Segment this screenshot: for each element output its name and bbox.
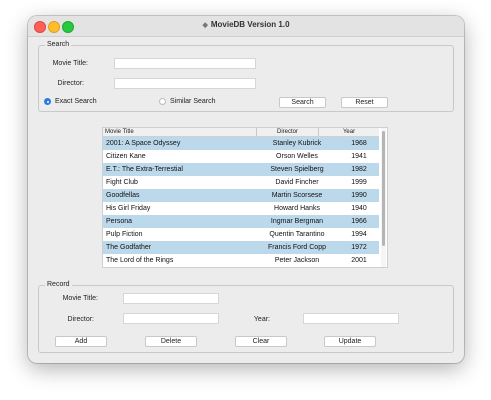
exact-search-radio[interactable]: Exact Search xyxy=(44,98,97,105)
clear-button[interactable]: Clear xyxy=(235,336,287,347)
column-header-director[interactable]: Director xyxy=(256,128,318,136)
table-row[interactable]: Persona Ingmar Bergman 1966 xyxy=(103,215,379,228)
cell-movie-title: Goodfellas xyxy=(106,192,140,199)
table-header: Movie Title Director Year xyxy=(103,128,379,137)
cell-director: Stanley Kubrick xyxy=(272,140,322,147)
search-movie-title-label: Movie Title: xyxy=(52,60,88,67)
cell-movie-title: Fight Club xyxy=(106,179,138,186)
similar-search-radio[interactable]: Similar Search xyxy=(159,98,216,105)
cell-year: 1941 xyxy=(351,153,367,160)
record-year-label: Year: xyxy=(253,316,270,323)
cell-movie-title: His Girl Friday xyxy=(106,205,151,212)
column-header-year[interactable]: Year xyxy=(318,128,379,136)
exact-search-label: Exact Search xyxy=(55,98,97,105)
cell-director: Francis Ford Copp xyxy=(268,244,326,251)
movies-table[interactable]: Movie Title Director Year 2001: A Space … xyxy=(102,127,388,268)
cell-year: 1966 xyxy=(351,218,367,225)
cell-director: Martin Scorsese xyxy=(271,192,323,199)
similar-search-radio-indicator xyxy=(159,98,166,105)
cell-movie-title: Citizen Kane xyxy=(106,153,146,160)
search-movie-title-input[interactable] xyxy=(114,58,256,69)
cell-year: 1940 xyxy=(351,205,367,212)
cell-year: 1982 xyxy=(351,166,367,173)
cell-movie-title: The Godfather xyxy=(106,244,152,251)
table-row[interactable]: His Girl Friday Howard Hanks 1940 xyxy=(103,202,379,215)
table-row[interactable]: Goodfellas Martin Scorsese 1990 xyxy=(103,189,379,202)
cell-movie-title: The Lord of the Rings xyxy=(106,257,174,264)
cell-year: 1968 xyxy=(351,140,367,147)
search-legend: Search xyxy=(45,40,72,50)
cell-movie-title: 2001: A Space Odyssey xyxy=(106,140,181,147)
update-button[interactable]: Update xyxy=(324,336,376,347)
column-header-movie-title[interactable]: Movie Title xyxy=(105,128,255,136)
cell-director: Quentin Tarantino xyxy=(269,231,325,238)
app-window: ◆ MovieDB Version 1.0 Search Movie Title:… xyxy=(28,16,464,363)
table-row[interactable]: E.T.: The Extra-Terrestial Steven Spielb… xyxy=(103,163,379,176)
record-movie-title-input[interactable] xyxy=(123,293,219,304)
cell-director: Peter Jackson xyxy=(274,257,320,264)
app-icon: ◆ xyxy=(202,22,208,29)
cell-director: Howard Hanks xyxy=(274,205,320,212)
cell-year: 1999 xyxy=(351,179,367,186)
window-title-container: ◆ MovieDB Version 1.0 xyxy=(28,20,464,29)
record-director-input[interactable] xyxy=(123,313,219,324)
table-row[interactable]: Pulp Fiction Quentin Tarantino 1994 xyxy=(103,228,379,241)
title-bar: ◆ MovieDB Version 1.0 xyxy=(28,16,464,37)
record-movie-title-label: Movie Title: xyxy=(62,295,98,302)
cell-year: 2001 xyxy=(351,257,367,264)
scrollbar-thumb[interactable] xyxy=(382,131,385,246)
table-row[interactable]: 2001: A Space Odyssey Stanley Kubrick 19… xyxy=(103,137,379,150)
window-title: MovieDB Version 1.0 xyxy=(210,20,290,29)
cell-director: David Fincher xyxy=(275,179,319,186)
search-director-label: Director: xyxy=(57,80,84,87)
record-director-label: Director: xyxy=(67,316,94,323)
table-row[interactable]: The Godfather Francis Ford Copp 1972 xyxy=(103,241,379,254)
cell-movie-title: Persona xyxy=(106,218,133,225)
exact-search-radio-indicator xyxy=(44,98,51,105)
cell-year: 1994 xyxy=(351,231,367,238)
table-row[interactable]: The Lord of the Rings Peter Jackson 2001 xyxy=(103,254,379,267)
cell-movie-title: E.T.: The Extra-Terrestial xyxy=(106,166,183,173)
record-legend: Record xyxy=(45,280,72,290)
search-button[interactable]: Search xyxy=(279,97,326,108)
reset-button[interactable]: Reset xyxy=(341,97,388,108)
cell-movie-title: Pulp Fiction xyxy=(106,231,143,238)
record-year-input[interactable] xyxy=(303,313,399,324)
table-row[interactable]: Citizen Kane Orson Welles 1941 xyxy=(103,150,379,163)
cell-director: Steven Spielberg xyxy=(270,166,324,173)
delete-button[interactable]: Delete xyxy=(145,336,197,347)
cell-director: Orson Welles xyxy=(276,153,318,160)
similar-search-label: Similar Search xyxy=(170,98,216,105)
cell-director: Ingmar Bergman xyxy=(270,218,324,225)
table-row[interactable]: Fight Club David Fincher 1999 xyxy=(103,176,379,189)
cell-year: 1990 xyxy=(351,192,367,199)
search-director-input[interactable] xyxy=(114,78,256,89)
table-scrollbar[interactable] xyxy=(381,128,386,267)
cell-year: 1972 xyxy=(351,244,367,251)
add-button[interactable]: Add xyxy=(55,336,107,347)
